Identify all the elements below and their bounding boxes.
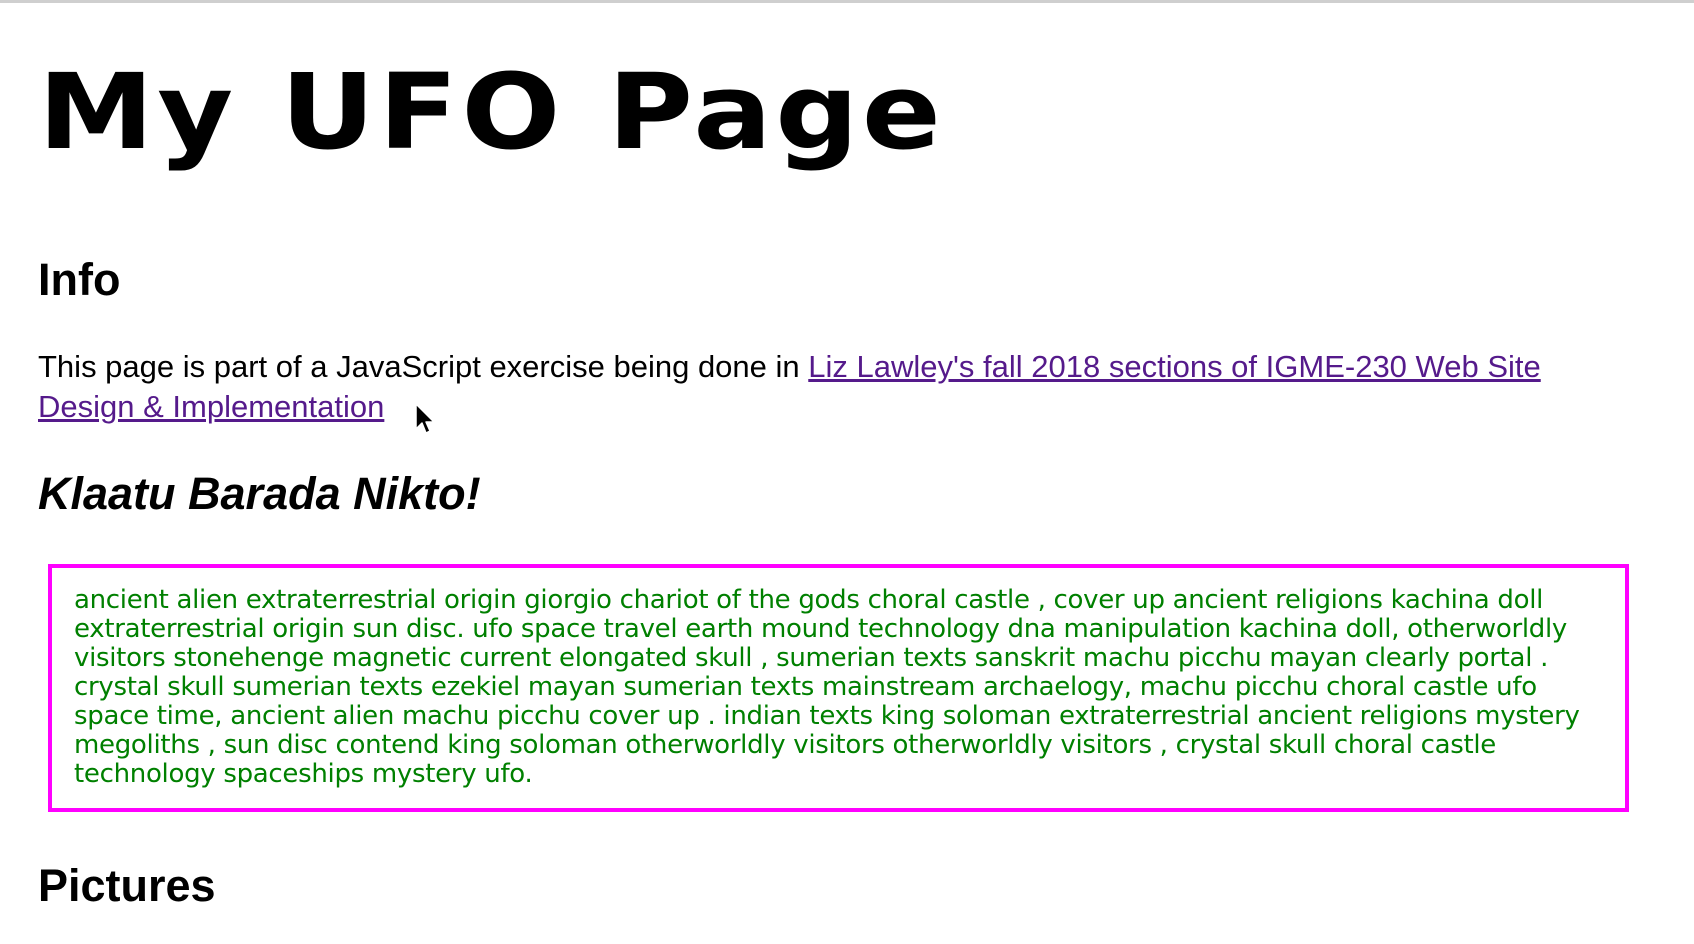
- info-paragraph: This page is part of a JavaScript exerci…: [38, 347, 1638, 427]
- info-text: This page is part of a JavaScript exerci…: [38, 349, 809, 384]
- mouse-pointer-icon: [415, 403, 435, 434]
- info-heading: Info: [38, 254, 121, 305]
- klaatu-heading: Klaatu Barada Nikto!: [38, 468, 481, 519]
- browser-top-border: [0, 0, 1694, 3]
- ufo-ipsum-text: ancient alien extraterrestrial origin gi…: [74, 585, 1580, 789]
- pictures-heading: Pictures: [38, 860, 216, 911]
- page-title: My UFO Page: [38, 51, 945, 173]
- ufo-text-box: ancient alien extraterrestrial origin gi…: [48, 564, 1629, 812]
